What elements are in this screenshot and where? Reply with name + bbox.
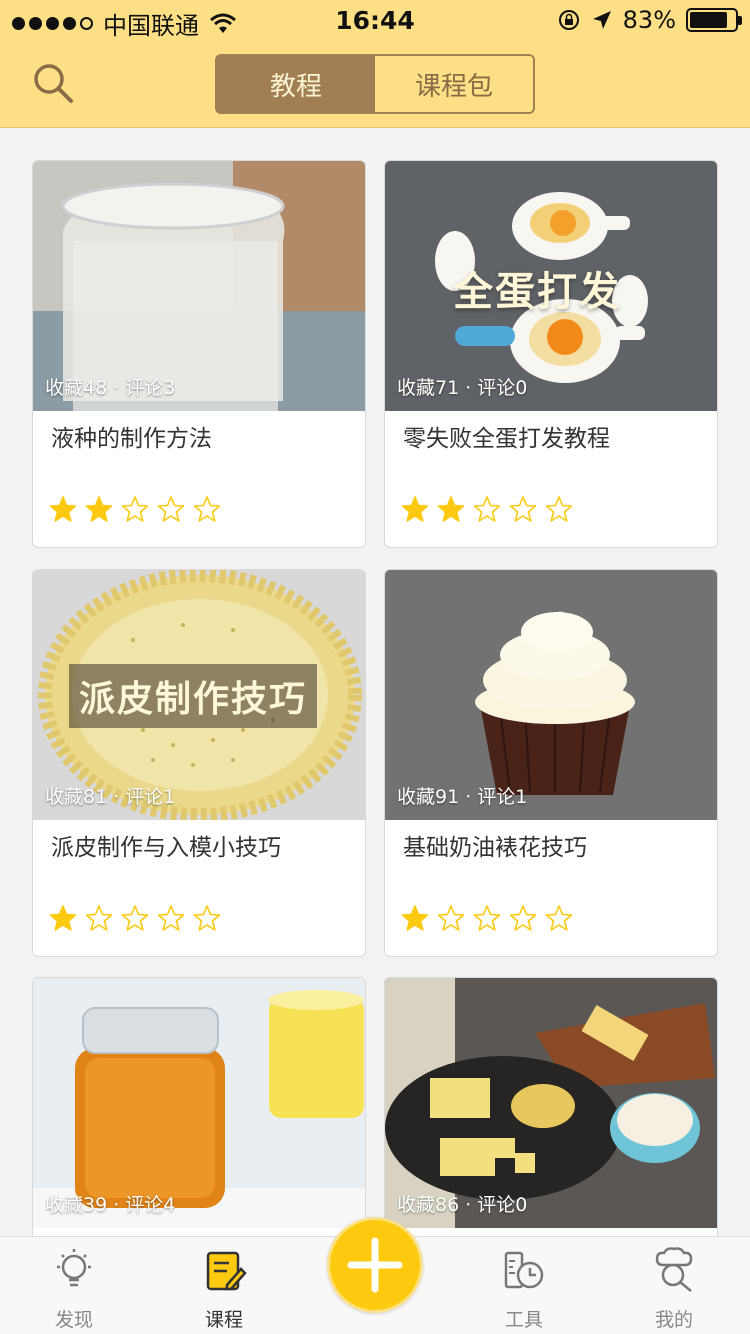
tab-course-packages[interactable]: 课程包 — [375, 56, 533, 112]
chef-icon — [655, 1247, 693, 1292]
add-button[interactable] — [327, 1217, 423, 1313]
card-stats: 收藏81 · 评论1 — [45, 786, 176, 808]
search-icon[interactable] — [30, 60, 76, 106]
star-empty-icon — [85, 905, 113, 931]
star-empty-icon — [545, 496, 573, 522]
star-empty-icon — [545, 905, 573, 931]
tab-label: 工具 — [504, 1309, 543, 1331]
tab-tools[interactable]: 工具 — [474, 1247, 574, 1332]
card-title: 基础奶油裱花技巧 — [403, 835, 587, 861]
course-card[interactable]: 派皮制作技巧 收藏81 · 评论1 派皮制作与入模小技巧 — [32, 569, 366, 957]
battery-icon — [686, 8, 742, 32]
star-rating — [401, 495, 573, 523]
star-filled-icon — [85, 496, 113, 522]
card-title: 零失败全蛋打发教程 — [403, 426, 610, 452]
tab-label: 发现 — [54, 1309, 93, 1331]
star-empty-icon — [473, 905, 501, 931]
course-card[interactable]: 收藏91 · 评论1 基础奶油裱花技巧 — [384, 569, 718, 957]
tab-tutorials[interactable]: 教程 — [217, 56, 375, 112]
image-overlay-title: 全蛋打发 — [453, 269, 621, 315]
star-rating — [49, 495, 221, 523]
star-empty-icon — [437, 905, 465, 931]
card-stats: 收藏91 · 评论1 — [397, 786, 528, 808]
star-filled-icon — [401, 496, 429, 522]
tab-profile[interactable]: 我的 — [624, 1247, 724, 1332]
star-rating — [401, 904, 573, 932]
notebook-icon — [206, 1251, 247, 1291]
star-filled-icon — [49, 905, 77, 931]
card-title: 派皮制作与入模小技巧 — [51, 835, 281, 861]
star-empty-icon — [157, 496, 185, 522]
star-empty-icon — [473, 496, 501, 522]
star-filled-icon — [401, 905, 429, 931]
plus-icon — [347, 1237, 403, 1293]
star-empty-icon — [509, 905, 537, 931]
tab-label: 我的 — [654, 1309, 693, 1331]
tab-label: 课程 — [204, 1309, 243, 1331]
timer-icon — [504, 1251, 544, 1289]
card-stats: 收藏39 · 评论4 — [45, 1194, 176, 1216]
star-empty-icon — [157, 905, 185, 931]
image-overlay-title: 派皮制作技巧 — [69, 664, 318, 728]
star-empty-icon — [193, 496, 221, 522]
header-bar: 中国联通 16:44 83% 教程 课程包 — [0, 0, 750, 128]
star-empty-icon — [509, 496, 537, 522]
star-empty-icon — [121, 496, 149, 522]
status-bar: 中国联通 16:44 83% — [0, 0, 750, 40]
card-title: 液种的制作方法 — [51, 426, 212, 452]
course-card[interactable]: 收藏48 · 评论3 液种的制作方法 — [32, 160, 366, 548]
segmented-control: 教程 课程包 — [215, 54, 535, 114]
tab-courses[interactable]: 课程 — [174, 1247, 274, 1332]
battery-percent: 83% — [622, 6, 676, 34]
star-filled-icon — [49, 496, 77, 522]
location-arrow-icon — [592, 11, 611, 29]
battery-level — [690, 12, 727, 28]
lightbulb-icon — [57, 1249, 91, 1287]
star-empty-icon — [121, 905, 149, 931]
star-filled-icon — [437, 496, 465, 522]
tab-discover[interactable]: 发现 — [24, 1247, 124, 1332]
card-stats: 收藏48 · 评论3 — [45, 377, 176, 399]
star-empty-icon — [193, 905, 221, 931]
card-stats: 收藏71 · 评论0 — [397, 377, 528, 399]
star-rating — [49, 904, 221, 932]
rotation-lock-icon — [558, 10, 579, 30]
course-card[interactable]: 全蛋打发 收藏71 · 评论0 零失败全蛋打发教程 — [384, 160, 718, 548]
card-stats: 收藏86 · 评论0 — [397, 1194, 528, 1216]
